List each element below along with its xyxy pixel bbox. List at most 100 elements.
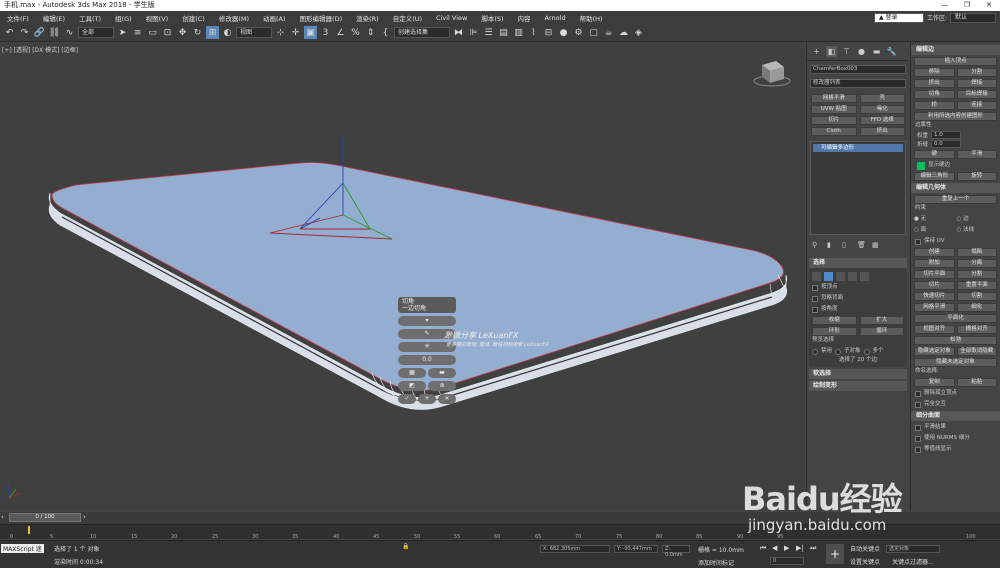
motion-tab-icon[interactable]: ●: [856, 46, 867, 57]
cut-button[interactable]: 切割: [956, 292, 997, 301]
hard-button[interactable]: 硬: [914, 150, 955, 159]
bridge-button[interactable]: 桥: [914, 101, 955, 110]
insert-vertex-button[interactable]: 插入顶点: [914, 57, 997, 66]
turn-button[interactable]: 旋转: [956, 172, 997, 181]
z-coordinate-field[interactable]: Z: 0.0mm: [662, 545, 690, 558]
use-nurms-checkbox[interactable]: [915, 435, 921, 442]
extrude-button[interactable]: 挤出: [914, 79, 955, 88]
element-mode-icon[interactable]: [860, 272, 869, 281]
caddy-ok-icon[interactable]: ✓: [398, 394, 416, 404]
subdivision-surface-header[interactable]: 细分曲面: [911, 411, 1000, 421]
caddy-apply-icon[interactable]: +: [418, 394, 436, 404]
paste-button[interactable]: 粘贴: [956, 378, 997, 387]
reference-coordinate-dropdown[interactable]: 视图: [236, 27, 272, 38]
select-by-name-icon[interactable]: ≡: [131, 26, 144, 39]
bind-space-warp-icon[interactable]: ∿: [63, 26, 76, 39]
crease-spinner[interactable]: 0.0: [931, 140, 962, 148]
mirror-icon[interactable]: ⧓: [452, 26, 465, 39]
constraint-normal-radio[interactable]: ○ 法线: [957, 226, 998, 235]
selected-dropdown[interactable]: 选定对象: [886, 545, 940, 553]
curve-editor-icon[interactable]: ⌇: [527, 26, 540, 39]
weld-button[interactable]: 焊接: [956, 79, 997, 88]
close-icon[interactable]: ✕: [978, 0, 1000, 11]
scene-explorer-icon[interactable]: ☰: [482, 26, 495, 39]
mod-noise-button[interactable]: 噪化: [859, 105, 905, 114]
caddy-type-field[interactable]: ▾: [398, 316, 456, 326]
preserve-uv-checkbox[interactable]: [915, 238, 921, 245]
y-coordinate-field[interactable]: Y: -93.447mm: [614, 545, 658, 553]
polygon-mode-icon[interactable]: [848, 272, 857, 281]
restore-icon[interactable]: ❐: [956, 0, 978, 11]
menu-views[interactable]: 视图(V): [139, 13, 176, 23]
render-production-icon[interactable]: ☕: [602, 26, 615, 39]
collapse-button[interactable]: 塌陷: [956, 248, 997, 257]
select-manipulate-icon[interactable]: ✛: [289, 26, 302, 39]
slice-button[interactable]: 切片: [914, 281, 955, 290]
angle-snap-icon[interactable]: ∠: [334, 26, 347, 39]
schematic-view-icon[interactable]: ⊟: [542, 26, 555, 39]
caddy-option-c[interactable]: ◩: [398, 381, 426, 391]
menu-rendering[interactable]: 渲染(R): [349, 13, 386, 23]
keyboard-shortcut-icon[interactable]: ▣: [304, 26, 317, 39]
isoline-display-checkbox[interactable]: [915, 446, 921, 453]
mod-meshsmooth-button[interactable]: 网格平滑: [811, 94, 857, 103]
preview-off-radio[interactable]: [812, 348, 818, 355]
move-icon[interactable]: ✥: [176, 26, 189, 39]
smooth-result-checkbox[interactable]: [915, 424, 921, 431]
login-button[interactable]: ▲ 登录: [873, 12, 924, 23]
make-unique-icon[interactable]: ▯: [842, 241, 851, 250]
constraint-none-radio[interactable]: ● 无: [914, 215, 955, 224]
display-tab-icon[interactable]: ▬: [871, 46, 882, 57]
selection-rollout-header[interactable]: 选择: [809, 258, 907, 268]
menu-customize[interactable]: 自定义(U): [386, 13, 429, 23]
mod-uvw-button[interactable]: UVW 贴图: [811, 105, 857, 114]
shrink-button[interactable]: 收缩: [812, 316, 857, 325]
delete-isolated-checkbox[interactable]: [915, 390, 921, 397]
perspective-viewport[interactable]: [+] [透视] [DX 模式] [边框] 切角 一边切角 ▾ ✎ ⁜ 0.0 …: [0, 43, 805, 511]
menu-help[interactable]: 帮助(H): [573, 13, 610, 23]
x-coordinate-field[interactable]: X: 682.305mm: [540, 545, 610, 553]
relax-button[interactable]: 松弛: [914, 336, 997, 345]
snaps-toggle-icon[interactable]: 3: [319, 26, 332, 39]
add-time-tag-button[interactable]: 添加时间标记: [698, 558, 734, 567]
menu-modifiers[interactable]: 修改器(M): [212, 13, 256, 23]
layer-explorer-icon[interactable]: ▤: [497, 26, 510, 39]
workspace-dropdown[interactable]: 默认: [950, 12, 996, 23]
goto-end-icon[interactable]: ⏭: [810, 544, 816, 553]
vertex-mode-icon[interactable]: [812, 272, 821, 281]
scale-icon[interactable]: ⊞: [206, 26, 219, 39]
minimize-icon[interactable]: —: [934, 0, 956, 11]
caddy-cancel-icon[interactable]: ✕: [438, 394, 456, 404]
current-frame-field[interactable]: 0: [770, 557, 804, 565]
rotate-icon[interactable]: ↻: [191, 26, 204, 39]
selection-filter-dropdown[interactable]: 全部: [78, 27, 114, 38]
render-active-icon[interactable]: ☁: [617, 26, 630, 39]
place-icon[interactable]: ◐: [221, 26, 234, 39]
ignore-backfacing-checkbox[interactable]: [812, 295, 818, 302]
undo-icon[interactable]: ↶: [3, 26, 16, 39]
auto-key-button[interactable]: 自动关键点: [850, 544, 880, 553]
material-editor-icon[interactable]: ●: [557, 26, 570, 39]
remove-modifier-icon[interactable]: 🗑: [857, 241, 866, 250]
edge-mode-icon[interactable]: [824, 272, 833, 281]
object-name-field[interactable]: ChamferBox003: [810, 65, 906, 74]
render-setup-icon[interactable]: ⚙: [572, 26, 585, 39]
repeat-last-button[interactable]: 重复上一个: [914, 195, 997, 204]
mod-shell-button[interactable]: 壳: [859, 94, 905, 103]
hierarchy-tab-icon[interactable]: ⊤: [841, 46, 852, 57]
meshsmooth-button[interactable]: 网格平滑: [914, 303, 955, 312]
copy-button[interactable]: 复制: [914, 378, 955, 387]
planarize-button[interactable]: 平面化: [914, 314, 997, 323]
unhide-all-button[interactable]: 全部取消隐藏: [956, 347, 997, 356]
attach-button[interactable]: 附加: [914, 259, 955, 268]
caddy-option-b[interactable]: ▬: [428, 368, 456, 378]
menu-content[interactable]: 内容: [511, 13, 538, 23]
loop-button[interactable]: 循环: [859, 327, 904, 336]
edit-triangulation-button[interactable]: 编辑三角形: [914, 172, 955, 181]
full-interactivity-checkbox[interactable]: [915, 401, 921, 408]
grow-button[interactable]: 扩大: [859, 316, 904, 325]
slice-plane-button[interactable]: 切片平面: [914, 270, 955, 279]
key-mode-toggle-icon[interactable]: +: [826, 544, 844, 564]
menu-edit[interactable]: 编辑(E): [36, 13, 72, 23]
pin-stack-icon[interactable]: ⚲: [812, 241, 821, 250]
